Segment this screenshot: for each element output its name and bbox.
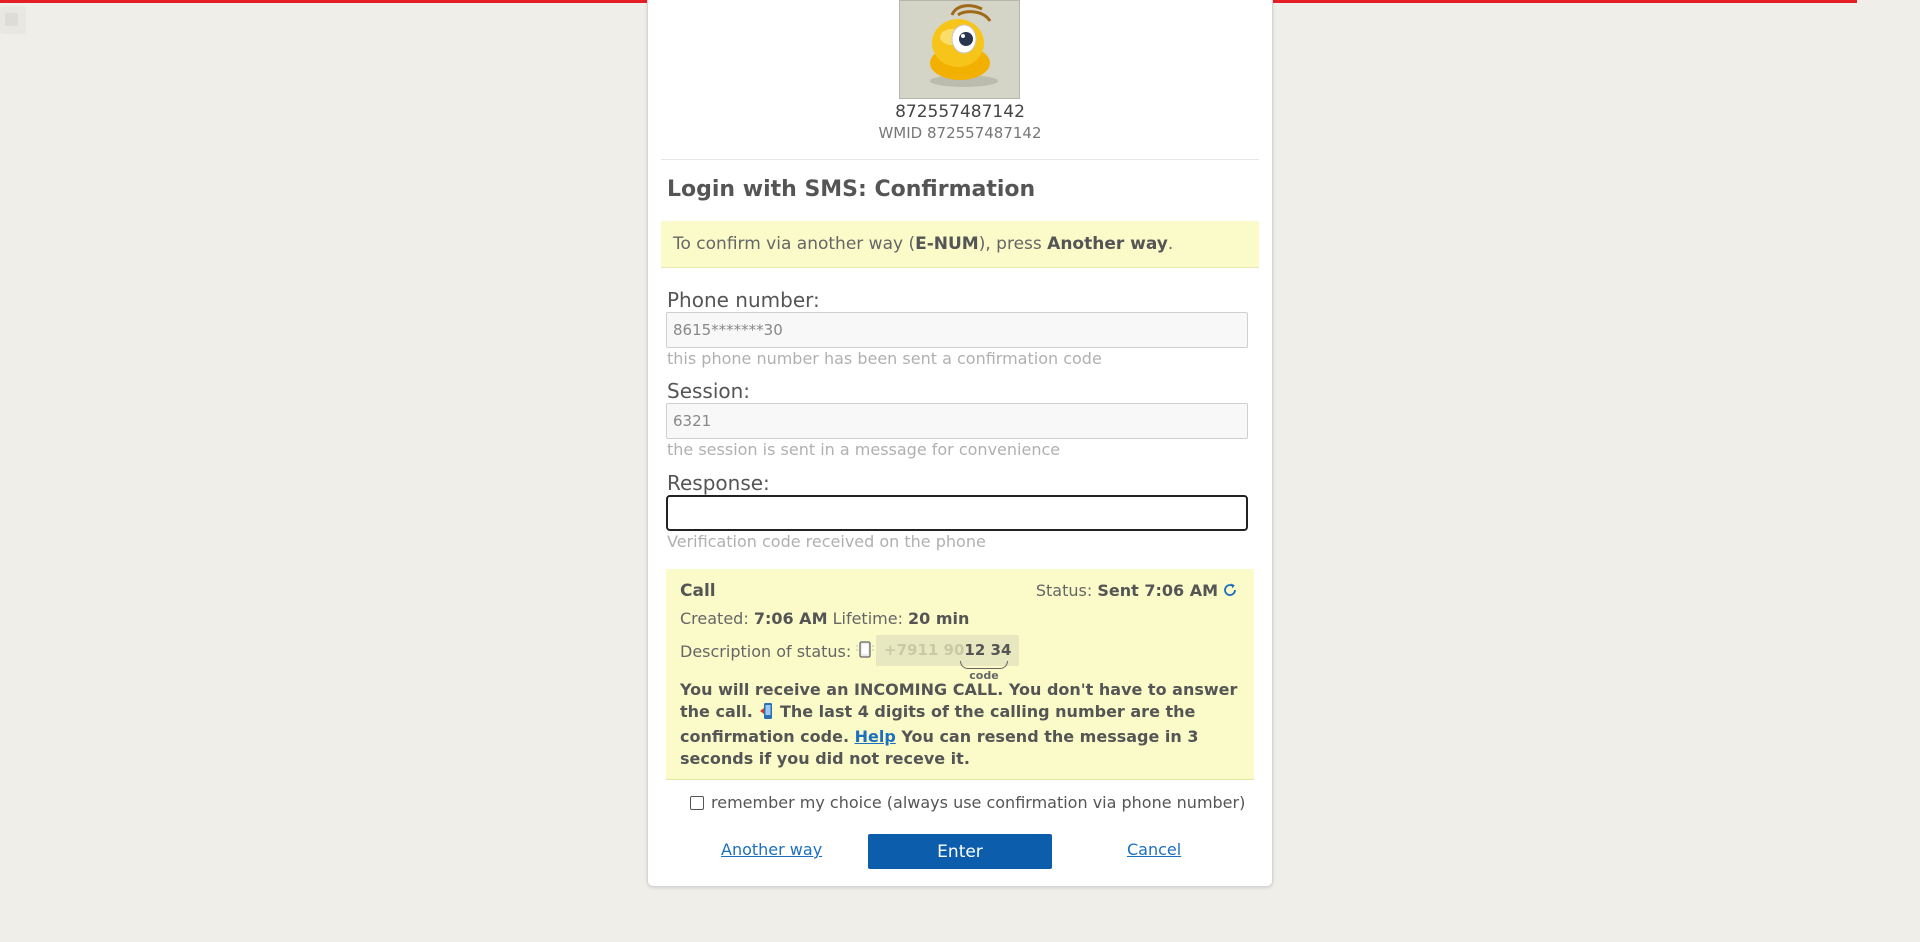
phone-number-label: Phone number: <box>667 288 820 312</box>
call-title: Call <box>680 581 716 601</box>
help-link[interactable]: Help <box>855 727 896 746</box>
session-label: Session: <box>667 379 751 403</box>
webmoney-ant-logo-icon <box>900 1 1019 98</box>
avatar <box>899 0 1020 99</box>
login-card: 872557487142 WMID 872557487142 Login wit… <box>647 0 1273 887</box>
lifetime-value: 20 min <box>908 609 970 628</box>
notice-middle: ), press <box>978 234 1048 254</box>
header-divider <box>661 159 1259 160</box>
session-field[interactable] <box>666 403 1248 439</box>
response-label: Response: <box>667 471 770 495</box>
another-way-link[interactable]: Another way <box>721 840 822 859</box>
incoming-call-phone-icon <box>759 702 773 726</box>
response-input[interactable] <box>666 495 1248 531</box>
remember-choice-checkbox[interactable] <box>690 796 704 810</box>
created-label: Created: <box>680 609 749 628</box>
created-value: 7:06 AM <box>753 609 828 628</box>
wmid-number: 872557487142 <box>895 102 1025 122</box>
notice-prefix: To confirm via another way ( <box>673 234 916 254</box>
notice-suffix: . <box>1167 234 1174 254</box>
status-label: Status: <box>1035 581 1093 600</box>
code-brace <box>960 661 1008 669</box>
corner-widget-icon <box>5 13 18 26</box>
notice-method: E-NUM <box>915 234 979 254</box>
ringing-phone-icon <box>855 640 875 666</box>
status-description-label: Description of status: <box>680 642 852 661</box>
phone-number-hint: this phone number has been sent a confir… <box>667 349 1102 368</box>
status-value: Sent 7:06 AM <box>1097 581 1218 600</box>
enter-button[interactable]: Enter <box>868 834 1052 869</box>
cancel-link[interactable]: Cancel <box>1127 840 1181 859</box>
call-created: Created: 7:06 AM Lifetime: 20 min <box>680 609 969 628</box>
lifetime-label: Lifetime: <box>832 609 903 628</box>
remember-choice-label: remember my choice (always use confirmat… <box>711 793 1246 812</box>
session-hint: the session is sent in a message for con… <box>667 440 1061 459</box>
call-status: Status: Sent 7:06 AM <box>1036 581 1238 602</box>
call-status-panel: Call Status: Sent 7:06 AM Created: 7:06 … <box>666 569 1254 780</box>
remember-choice-row[interactable]: remember my choice (always use confirmat… <box>690 793 1245 812</box>
call-instructions: You will receive an INCOMING CALL. You d… <box>680 679 1242 770</box>
sample-phone-prefix: +7911 90 <box>884 641 965 659</box>
sample-code-digits: 12 34 <box>964 641 1012 659</box>
wmid-label: WMID 872557487142 <box>878 124 1042 142</box>
corner-widget[interactable] <box>0 6 26 34</box>
refresh-icon[interactable] <box>1222 582 1238 602</box>
page-title: Login with SMS: Confirmation <box>667 177 1036 202</box>
phone-number-field[interactable] <box>666 312 1248 348</box>
another-way-notice: To confirm via another way (E-NUM), pres… <box>661 221 1259 268</box>
response-hint: Verification code received on the phone <box>667 532 986 551</box>
notice-action: Another way <box>1047 234 1168 254</box>
